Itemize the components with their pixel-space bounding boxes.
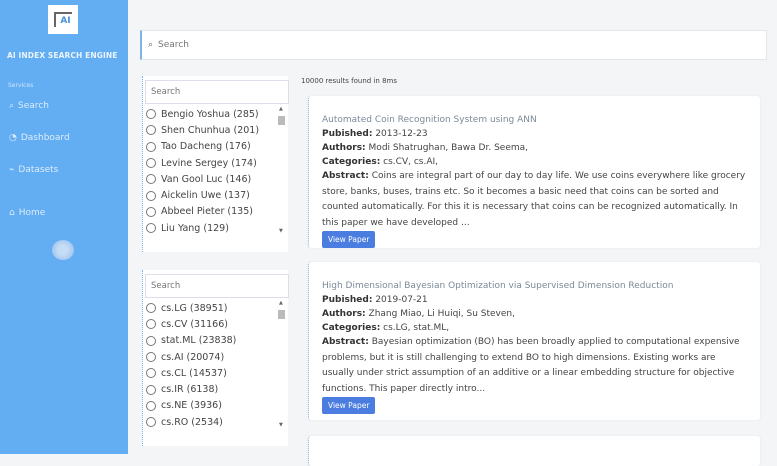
authors: Modi Shatrughan, Bawa Dr. Seema, xyxy=(368,143,528,153)
result-card: Automated Coin Recognition System using … xyxy=(308,96,760,248)
result-card: High Dimensional Bayesian Optimization v… xyxy=(308,262,760,420)
author-facet: Bengio Yoshua (285)Shen Chunhua (201)Tao… xyxy=(142,76,289,252)
radio-button[interactable] xyxy=(146,417,156,428)
radio-button[interactable] xyxy=(146,174,156,185)
radio-button[interactable] xyxy=(146,206,156,217)
radio-button[interactable] xyxy=(146,319,156,330)
radio-button[interactable] xyxy=(146,190,156,201)
scroll-thumb[interactable] xyxy=(278,116,285,125)
facet-option[interactable]: cs.NE (3936) xyxy=(143,398,288,414)
radio-button[interactable] xyxy=(146,125,156,136)
facet-option[interactable]: cs.CV (31166) xyxy=(143,316,288,332)
search-icon: ⌕ xyxy=(148,40,154,50)
label: Authors: xyxy=(322,143,366,153)
nav-home[interactable]: ⌂ Home xyxy=(9,208,45,218)
categories: cs.CV, cs.AI, xyxy=(383,157,439,167)
nav-dashboard[interactable]: ◔ Dashboard xyxy=(9,133,70,143)
authors: Zhang Miao, Li Huiqi, Su Steven, xyxy=(368,309,515,319)
dashboard-icon: ◔ xyxy=(9,133,17,143)
label: Abstract: xyxy=(322,337,369,347)
radio-button[interactable] xyxy=(146,141,156,152)
radio-button[interactable] xyxy=(146,303,156,314)
label: Categories: xyxy=(322,157,381,167)
main-search[interactable]: ⌕ xyxy=(140,30,767,60)
label: Categories: xyxy=(322,323,381,333)
scrollbar[interactable]: ▲ ▼ xyxy=(278,106,285,236)
facet-option[interactable]: Bengio Yoshua (285) xyxy=(143,106,288,122)
paper-title[interactable]: High Dimensional Bayesian Optimization v… xyxy=(322,279,747,293)
facet-option[interactable]: cs.LG (38951) xyxy=(143,300,288,316)
abstract: Coins are integral part of our day to da… xyxy=(322,171,746,228)
published-date: 2019-07-21 xyxy=(375,295,428,305)
brand-title: AI INDEX SEARCH ENGINE xyxy=(7,51,118,60)
category-facet: cs.LG (38951)cs.CV (31166)stat.ML (23838… xyxy=(142,270,289,446)
nav-datasets[interactable]: ⌁ Datasets xyxy=(9,165,58,175)
categories: cs.LG, stat.ML, xyxy=(383,323,450,333)
facet-option[interactable]: cs.CL (14537) xyxy=(143,365,288,381)
scrollbar[interactable]: ▲ ▼ xyxy=(278,300,285,430)
nav-search[interactable]: ⌕ Search xyxy=(9,101,49,111)
abstract: Bayesian optimization (BO) has been broa… xyxy=(322,337,740,394)
section-label: Services xyxy=(8,82,34,89)
radio-button[interactable] xyxy=(146,158,156,169)
view-paper-button[interactable]: View Paper xyxy=(322,397,376,414)
sidebar: AI AI INDEX SEARCH ENGINE Services ⌕ Sear… xyxy=(0,0,128,454)
loading-icon xyxy=(52,240,74,260)
facet-option[interactable]: Van Gool Luc (146) xyxy=(143,171,288,187)
scroll-down-icon[interactable]: ▼ xyxy=(279,422,283,428)
view-paper-button[interactable]: View Paper xyxy=(322,231,376,248)
search-icon: ⌕ xyxy=(9,101,15,111)
radio-button[interactable] xyxy=(146,335,156,346)
search-input[interactable] xyxy=(158,40,749,50)
facet-option[interactable]: cs.IR (6138) xyxy=(143,381,288,397)
scroll-up-icon[interactable]: ▲ xyxy=(279,300,283,306)
radio-button[interactable] xyxy=(146,368,156,379)
label: Pubished: xyxy=(322,295,373,305)
scroll-down-icon[interactable]: ▼ xyxy=(279,228,283,234)
scroll-up-icon[interactable]: ▲ xyxy=(279,106,283,112)
radio-button[interactable] xyxy=(146,352,156,363)
published-date: 2013-12-23 xyxy=(375,129,428,139)
result-card xyxy=(308,436,760,466)
radio-button[interactable] xyxy=(146,384,156,395)
datasets-icon: ⌁ xyxy=(9,165,15,175)
label: Authors: xyxy=(322,309,366,319)
facet-option[interactable]: Shen Chunhua (201) xyxy=(143,122,288,138)
results-count: 10000 results found in 8ms xyxy=(301,77,397,85)
author-search-input[interactable] xyxy=(145,80,289,104)
facet-option[interactable]: Aickelin Uwe (137) xyxy=(143,187,288,203)
facet-option[interactable]: Tao Dacheng (176) xyxy=(143,139,288,155)
facet-option[interactable]: Levine Sergey (174) xyxy=(143,155,288,171)
radio-button[interactable] xyxy=(146,109,156,120)
label: Pubished: xyxy=(322,129,373,139)
paper-title[interactable]: Automated Coin Recognition System using … xyxy=(322,113,747,127)
radio-button[interactable] xyxy=(146,223,156,234)
radio-button[interactable] xyxy=(146,400,156,411)
scroll-thumb[interactable] xyxy=(278,310,285,319)
facet-option[interactable]: cs.RO (2534) xyxy=(143,414,288,430)
facet-option[interactable]: Abbeel Pieter (135) xyxy=(143,204,288,220)
facet-option[interactable]: Liu Yang (129) xyxy=(143,220,288,236)
facet-option[interactable]: stat.ML (23838) xyxy=(143,333,288,349)
home-icon: ⌂ xyxy=(9,208,15,218)
facet-option[interactable]: cs.AI (20074) xyxy=(143,349,288,365)
category-search-input[interactable] xyxy=(145,274,289,298)
label: Abstract: xyxy=(322,171,369,181)
logo[interactable]: AI xyxy=(48,5,78,34)
